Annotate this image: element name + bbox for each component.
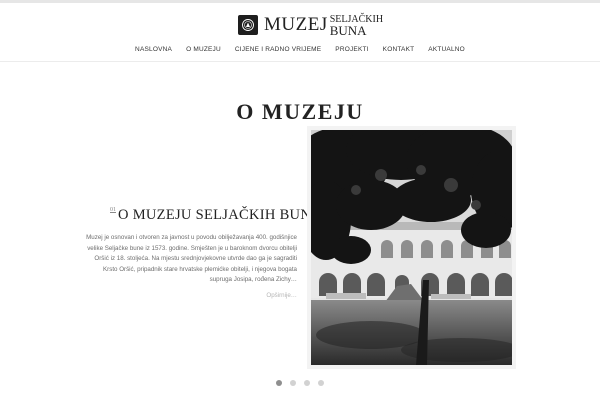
carousel-dot-1[interactable] [276, 380, 282, 386]
nav-item-projekti[interactable]: PROJEKTI [335, 46, 368, 53]
nav-item-kontakt[interactable]: KONTAKT [383, 46, 415, 53]
nav-item-naslovna[interactable]: NASLOVNA [135, 46, 172, 53]
museum-emblem-icon [238, 15, 258, 35]
header-divider [0, 61, 600, 62]
site-logo[interactable]: MUZEJ SELJAČKIH BUNA [238, 13, 383, 37]
nav-item-o-muzeju[interactable]: O MUZEJU [186, 46, 221, 53]
main-nav: NASLOVNA O MUZEJU CIJENE I RADNO VRIJEME… [0, 46, 600, 53]
slide-number: 01 [110, 207, 116, 213]
carousel-dot-3[interactable] [304, 380, 310, 386]
read-more-link[interactable]: Opširnije… [240, 292, 297, 299]
slide-title: O MUZEJU SELJAČKIH BUNA [118, 207, 322, 223]
courtyard-photo [311, 130, 512, 365]
logo-subtitle: SELJAČKIH BUNA [330, 14, 383, 37]
nav-item-aktualno[interactable]: AKTUALNO [428, 46, 465, 53]
slide-heading: 01 O MUZEJU SELJAČKIH BUNA [110, 207, 322, 224]
nav-item-cijene[interactable]: CIJENE I RADNO VRIJEME [235, 46, 321, 53]
slide-description: Muzej je osnovan i otvoren za javnost u … [86, 234, 297, 284]
site-header: MUZEJ SELJAČKIH BUNA NASLOVNA O MUZEJU C… [0, 3, 600, 61]
logo-line-2: BUNA [329, 22, 367, 38]
logo-word: MUZEJ [264, 14, 328, 35]
carousel-dots [0, 380, 600, 386]
carousel-dot-4[interactable] [318, 380, 324, 386]
page-title: O MUZEJU [236, 98, 364, 124]
carousel-dot-2[interactable] [290, 380, 296, 386]
